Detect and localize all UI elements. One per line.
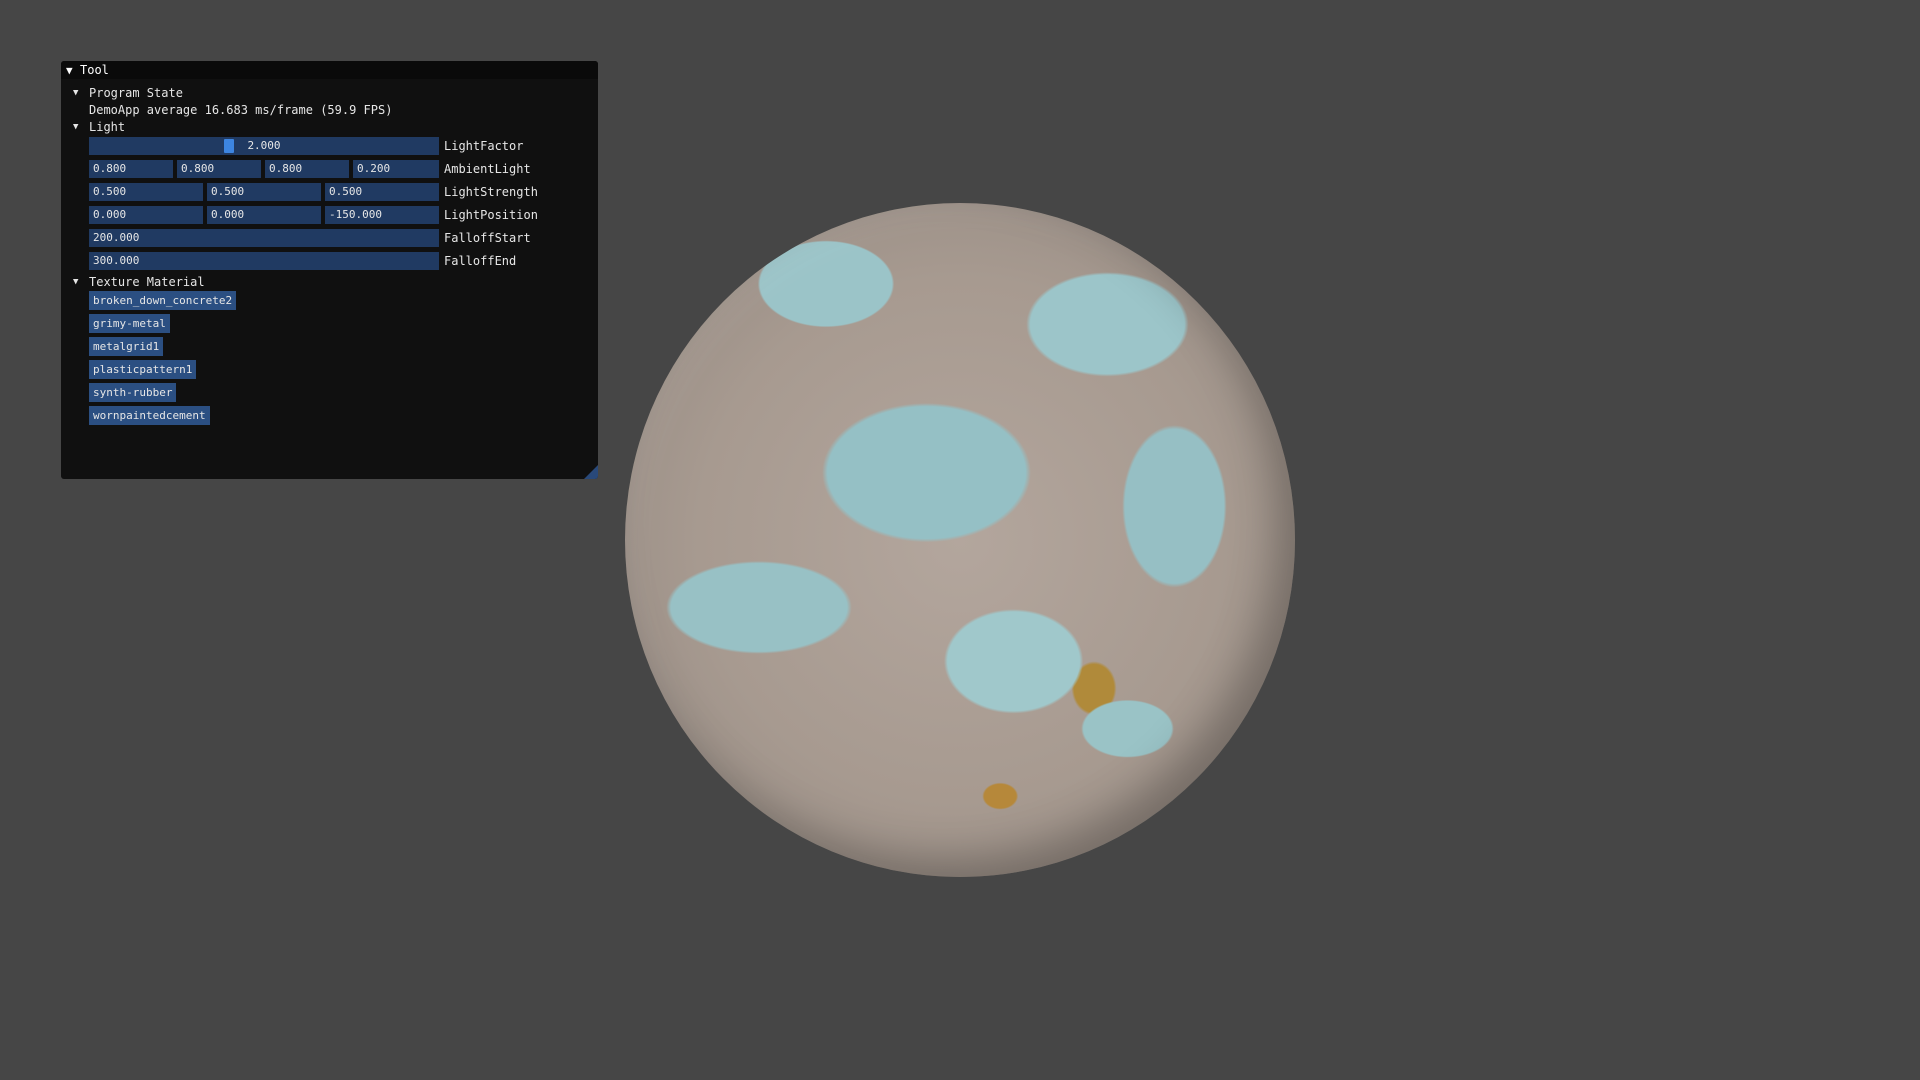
ambient-light-b-field[interactable]: 0.800	[265, 160, 349, 178]
tool-window-title: Tool	[80, 63, 109, 77]
light-strength-r-field[interactable]: 0.500	[89, 183, 203, 201]
falloff-start-label: FalloffStart	[444, 231, 531, 245]
ambient-light-r-field[interactable]: 0.800	[89, 160, 173, 178]
tree-expanded-icon: ▼	[73, 88, 79, 98]
light-position-label: LightPosition	[444, 208, 538, 222]
ambient-light-label: AmbientLight	[444, 162, 531, 176]
tree-node-label: Program State	[89, 86, 183, 100]
tree-expanded-icon: ▼	[73, 122, 79, 132]
textured-sphere-render	[625, 203, 1295, 877]
light-position-x-field[interactable]: 0.000	[89, 206, 203, 224]
material-button-wornpaintedcement[interactable]: wornpaintedcement	[89, 406, 210, 425]
fps-readout: DemoApp average 16.683 ms/frame (59.9 FP…	[89, 103, 393, 117]
tree-node-program-state[interactable]: ▼ Program State	[73, 85, 183, 101]
light-factor-value: 2.000	[247, 139, 281, 152]
collapse-triangle-icon[interactable]: ▼	[66, 64, 80, 77]
tool-window-titlebar[interactable]: ▼ Tool	[61, 61, 598, 79]
tool-window[interactable]: ▼ Tool ▼ Program State DemoApp average 1…	[61, 61, 598, 479]
window-resize-grip[interactable]	[584, 465, 598, 479]
material-button-synth-rubber[interactable]: synth-rubber	[89, 383, 177, 402]
render-viewport[interactable]: ▼ Tool ▼ Program State DemoApp average 1…	[0, 0, 1920, 1080]
tree-expanded-icon: ▼	[73, 277, 79, 287]
light-strength-label: LightStrength	[444, 185, 538, 199]
falloff-end-label: FalloffEnd	[444, 254, 517, 268]
light-position-z-field[interactable]: -150.000	[325, 206, 439, 224]
slider-grab-handle[interactable]	[224, 139, 234, 153]
falloff-end-field[interactable]: 300.000	[89, 252, 439, 270]
light-position-y-field[interactable]: 0.000	[207, 206, 321, 224]
tree-node-label: Texture Material	[89, 275, 205, 289]
light-strength-g-field[interactable]: 0.500	[207, 183, 321, 201]
material-button-grimy-metal[interactable]: grimy-metal	[89, 314, 170, 333]
ambient-light-g-field[interactable]: 0.800	[177, 160, 261, 178]
tree-node-light[interactable]: ▼ Light	[73, 119, 125, 135]
ambient-light-a-field[interactable]: 0.200	[353, 160, 439, 178]
material-button-metalgrid1[interactable]: metalgrid1	[89, 337, 164, 356]
tree-node-texture-material[interactable]: ▼ Texture Material	[73, 274, 205, 290]
tree-node-label: Light	[89, 120, 126, 134]
light-strength-b-field[interactable]: 0.500	[325, 183, 439, 201]
light-factor-label: LightFactor	[444, 139, 524, 153]
material-button-broken-down-concrete2[interactable]: broken_down_concrete2	[89, 291, 237, 310]
light-factor-slider[interactable]: 2.000	[89, 137, 439, 155]
falloff-start-field[interactable]: 200.000	[89, 229, 439, 247]
tool-window-body: ▼ Program State DemoApp average 16.683 m…	[61, 79, 598, 425]
material-button-plasticpattern1[interactable]: plasticpattern1	[89, 360, 197, 379]
